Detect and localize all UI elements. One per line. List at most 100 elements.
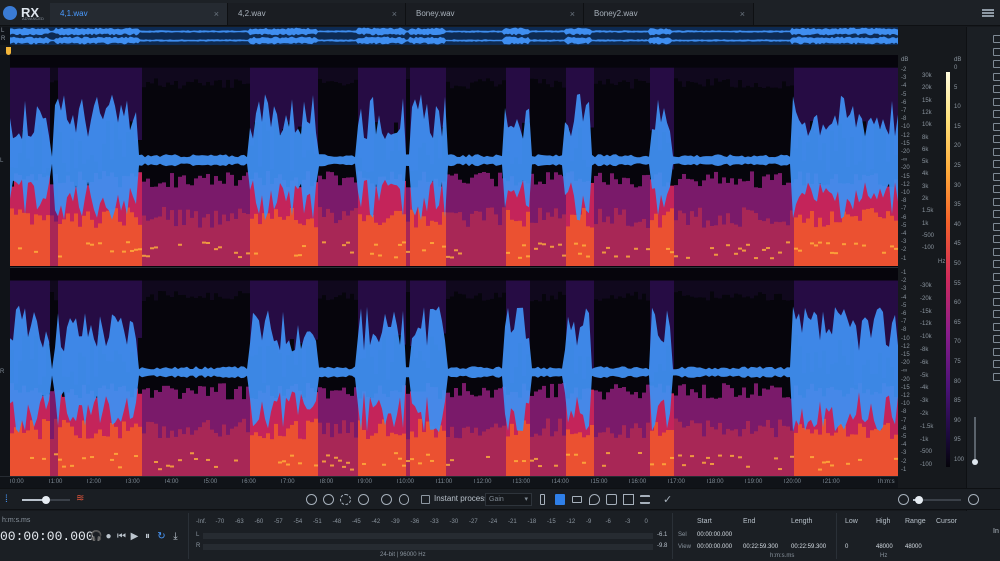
- skip-back-icon[interactable]: ⏮: [116, 531, 127, 543]
- harmonic-selection-icon[interactable]: [640, 495, 650, 504]
- magic-wand-icon[interactable]: [623, 494, 634, 505]
- hz-scale-unit: Hz: [938, 259, 946, 265]
- module-icon[interactable]: [993, 97, 1000, 106]
- waveform-view-icon[interactable]: ⁞: [5, 494, 8, 505]
- brush-tool-icon[interactable]: [606, 494, 617, 505]
- module-icon[interactable]: [993, 322, 1000, 331]
- vertical-zoom-knob[interactable]: [972, 459, 978, 465]
- module-icon[interactable]: [993, 60, 1000, 68]
- freq-low-value[interactable]: 0: [845, 544, 848, 550]
- hz-scale-tick: -500: [920, 449, 933, 456]
- freq-range-value[interactable]: 48000: [905, 544, 922, 550]
- slider-knob[interactable]: [42, 496, 50, 504]
- selection-units-label: h:m:s.ms: [770, 553, 795, 559]
- play-selection-icon[interactable]: ⤓: [170, 531, 181, 543]
- record-icon[interactable]: ●: [103, 531, 114, 543]
- freq-high-value[interactable]: 48000: [876, 544, 893, 550]
- db-scale-tick: -2: [901, 247, 907, 254]
- lasso-tool-icon[interactable]: [589, 494, 600, 505]
- loop-icon[interactable]: ↻: [156, 531, 167, 543]
- timeline-tick: 6:00: [242, 479, 256, 485]
- zoom-in-icon[interactable]: [306, 494, 317, 505]
- module-icon[interactable]: [993, 222, 1000, 231]
- module-icon[interactable]: [993, 172, 1000, 181]
- module-icon[interactable]: [993, 297, 1000, 306]
- close-icon[interactable]: ×: [740, 3, 745, 25]
- instant-process-checkbox[interactable]: [421, 495, 430, 504]
- module-icon[interactable]: [993, 47, 1000, 56]
- module-icon[interactable]: [993, 310, 1000, 318]
- timeline-ruler[interactable]: 0:00 1:00 2:00 3:00 4:00 5:00 6:00 7:00 8:00 9:00…: [0, 476, 898, 488]
- tab-boney2-wav[interactable]: Boney2.wav ×: [584, 3, 754, 25]
- tab-4-1-wav[interactable]: 4,1.wav ×: [50, 3, 228, 25]
- draw-tool-icon[interactable]: ✓: [663, 493, 672, 506]
- module-icon[interactable]: [993, 235, 1000, 243]
- module-icon[interactable]: [993, 122, 1000, 131]
- hz-scale-tick: 5k: [922, 159, 929, 166]
- instant-process-label: Instant process: [434, 494, 489, 503]
- time-format-label[interactable]: h:m:s.ms: [2, 517, 30, 524]
- vertical-zoom-slider[interactable]: [974, 417, 976, 462]
- instant-process-mode-select[interactable]: Gain: [485, 493, 532, 506]
- waveform-overview[interactable]: L R: [0, 27, 898, 45]
- meter-right-peak: -9.8: [657, 543, 668, 549]
- current-time-display[interactable]: 00:00:00.000: [0, 529, 94, 544]
- horizontal-zoom-slider[interactable]: [913, 496, 961, 504]
- module-icon[interactable]: [993, 285, 1000, 293]
- sel-start-value[interactable]: 00:00:00.000: [697, 532, 732, 538]
- tab-4-2-wav[interactable]: 4,2.wav ×: [228, 3, 406, 25]
- playhead-marker[interactable]: [6, 47, 11, 55]
- module-icon[interactable]: [993, 135, 1000, 143]
- close-icon[interactable]: ×: [570, 3, 575, 25]
- play-icon[interactable]: ▶: [129, 531, 140, 543]
- module-icon[interactable]: [993, 185, 1000, 193]
- view-end-value[interactable]: 00:22:59.300: [743, 544, 778, 550]
- headphones-icon[interactable]: 🎧: [90, 531, 102, 543]
- hz-scale-tick: -1k: [920, 436, 929, 443]
- zoom-out-frequency-icon[interactable]: [898, 494, 909, 505]
- module-icon[interactable]: [993, 272, 1000, 281]
- frequency-selection-tool-icon[interactable]: [572, 496, 582, 503]
- module-icon[interactable]: [993, 247, 1000, 256]
- waveform-spectrogram-blend-slider[interactable]: [22, 496, 70, 504]
- frequency-units-label: Hz: [880, 553, 888, 559]
- meter-scale-tick: -30: [449, 519, 459, 525]
- module-icon[interactable]: [993, 347, 1000, 356]
- db-scale-tick: -2: [901, 458, 907, 465]
- spectrogram-view[interactable]: [10, 55, 898, 476]
- hand-tool-icon[interactable]: [399, 494, 409, 505]
- module-icon[interactable]: [993, 85, 1000, 93]
- module-icon[interactable]: [993, 110, 1000, 118]
- time-selection-tool-icon[interactable]: [540, 494, 545, 505]
- spectrogram-view-icon[interactable]: ≋: [76, 493, 84, 504]
- menu-icon[interactable]: [982, 9, 994, 17]
- zoom-to-selection-icon[interactable]: [340, 494, 351, 505]
- module-icon[interactable]: [993, 335, 1000, 343]
- hz-scale-tick: -5k: [920, 372, 929, 379]
- time-frequency-selection-tool-icon[interactable]: [555, 494, 565, 505]
- pause-icon[interactable]: ⏸: [142, 531, 153, 543]
- module-icon[interactable]: [993, 160, 1000, 168]
- view-length-value[interactable]: 00:22:59.300: [791, 544, 826, 550]
- close-icon[interactable]: ×: [214, 3, 219, 25]
- zoom-out-icon[interactable]: [323, 494, 334, 505]
- module-icon[interactable]: [993, 147, 1000, 156]
- zoom-to-fit-icon[interactable]: [358, 494, 369, 505]
- magnify-icon[interactable]: [381, 494, 392, 505]
- hz-scale-tick: -20k: [920, 295, 932, 302]
- overview-track[interactable]: [10, 27, 898, 45]
- module-icon[interactable]: [993, 72, 1000, 81]
- channel-right[interactable]: [10, 267, 898, 476]
- module-icon[interactable]: [993, 210, 1000, 218]
- module-icon[interactable]: [993, 360, 1000, 368]
- tab-boney-wav[interactable]: Boney.wav ×: [406, 3, 584, 25]
- slider-knob[interactable]: [915, 496, 923, 504]
- zoom-in-frequency-icon[interactable]: [968, 494, 979, 505]
- view-start-value[interactable]: 00:00:00.000: [697, 544, 732, 550]
- close-icon[interactable]: ×: [392, 3, 397, 25]
- module-icon[interactable]: [993, 260, 1000, 268]
- module-icon[interactable]: [993, 197, 1000, 206]
- channel-left[interactable]: [10, 55, 898, 266]
- module-icon[interactable]: [993, 372, 1000, 381]
- module-icon[interactable]: [993, 35, 1000, 43]
